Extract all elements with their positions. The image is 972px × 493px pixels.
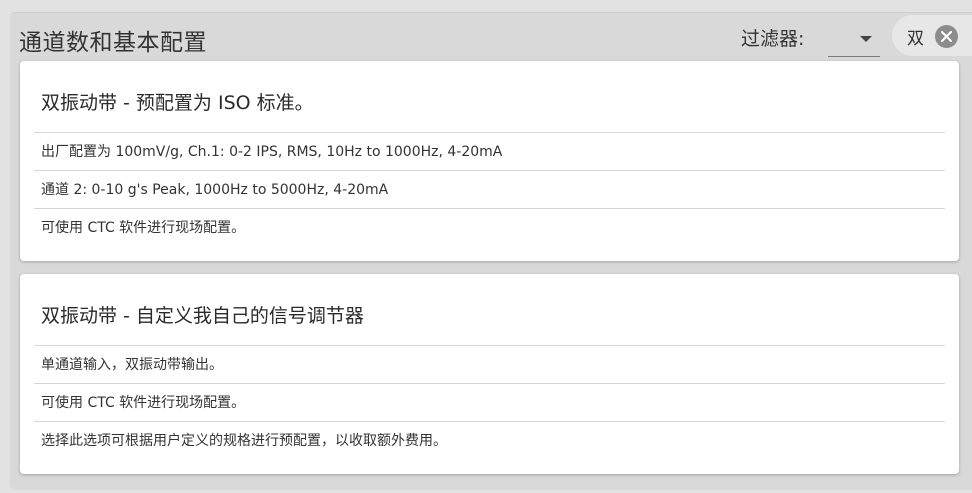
option-card-iso[interactable]: 双振动带 - 预配置为 ISO 标准。 出厂配置为 100mV/g, Ch.1:… [20, 61, 959, 261]
close-x-glyph [941, 31, 952, 42]
option-card-custom[interactable]: 双振动带 - 自定义我自己的信号调节器 单通道输入，双振动带输出。 可使用 CT… [20, 274, 959, 474]
list-item: 出厂配置为 100mV/g, Ch.1: 0-2 IPS, RMS, 10Hz … [34, 132, 945, 170]
filter-chip: 双 [892, 15, 972, 56]
channel-config-panel: 通道数和基本配置 过滤器: 双 双振动带 - 预配置为 ISO 标准。 出厂配置… [10, 12, 972, 490]
card-title: 双振动带 - 自定义我自己的信号调节器 [41, 305, 364, 327]
list-item: 通道 2: 0-10 g's Peak, 1000Hz to 5000Hz, 4… [34, 170, 945, 208]
close-circle-icon[interactable] [935, 25, 958, 48]
filter-dropdown[interactable] [828, 22, 880, 57]
card-feature-list: 出厂配置为 100mV/g, Ch.1: 0-2 IPS, RMS, 10Hz … [34, 132, 945, 246]
card-title: 双振动带 - 预配置为 ISO 标准。 [41, 92, 314, 114]
card-feature-list: 单通道输入，双振动带输出。 可使用 CTC 软件进行现场配置。 选择此选项可根据… [34, 345, 945, 459]
list-item: 选择此选项可根据用户定义的规格进行预配置，以收取额外费用。 [34, 421, 945, 459]
panel-header: 通道数和基本配置 过滤器: 双 [10, 12, 972, 62]
panel-title: 通道数和基本配置 [19, 30, 207, 56]
list-item: 单通道输入，双振动带输出。 [34, 345, 945, 383]
filter-label: 过滤器: [741, 28, 805, 50]
list-item: 可使用 CTC 软件进行现场配置。 [34, 208, 945, 246]
filter-chip-label: 双 [907, 29, 924, 49]
caret-down-icon [860, 36, 872, 42]
list-item: 可使用 CTC 软件进行现场配置。 [34, 383, 945, 421]
